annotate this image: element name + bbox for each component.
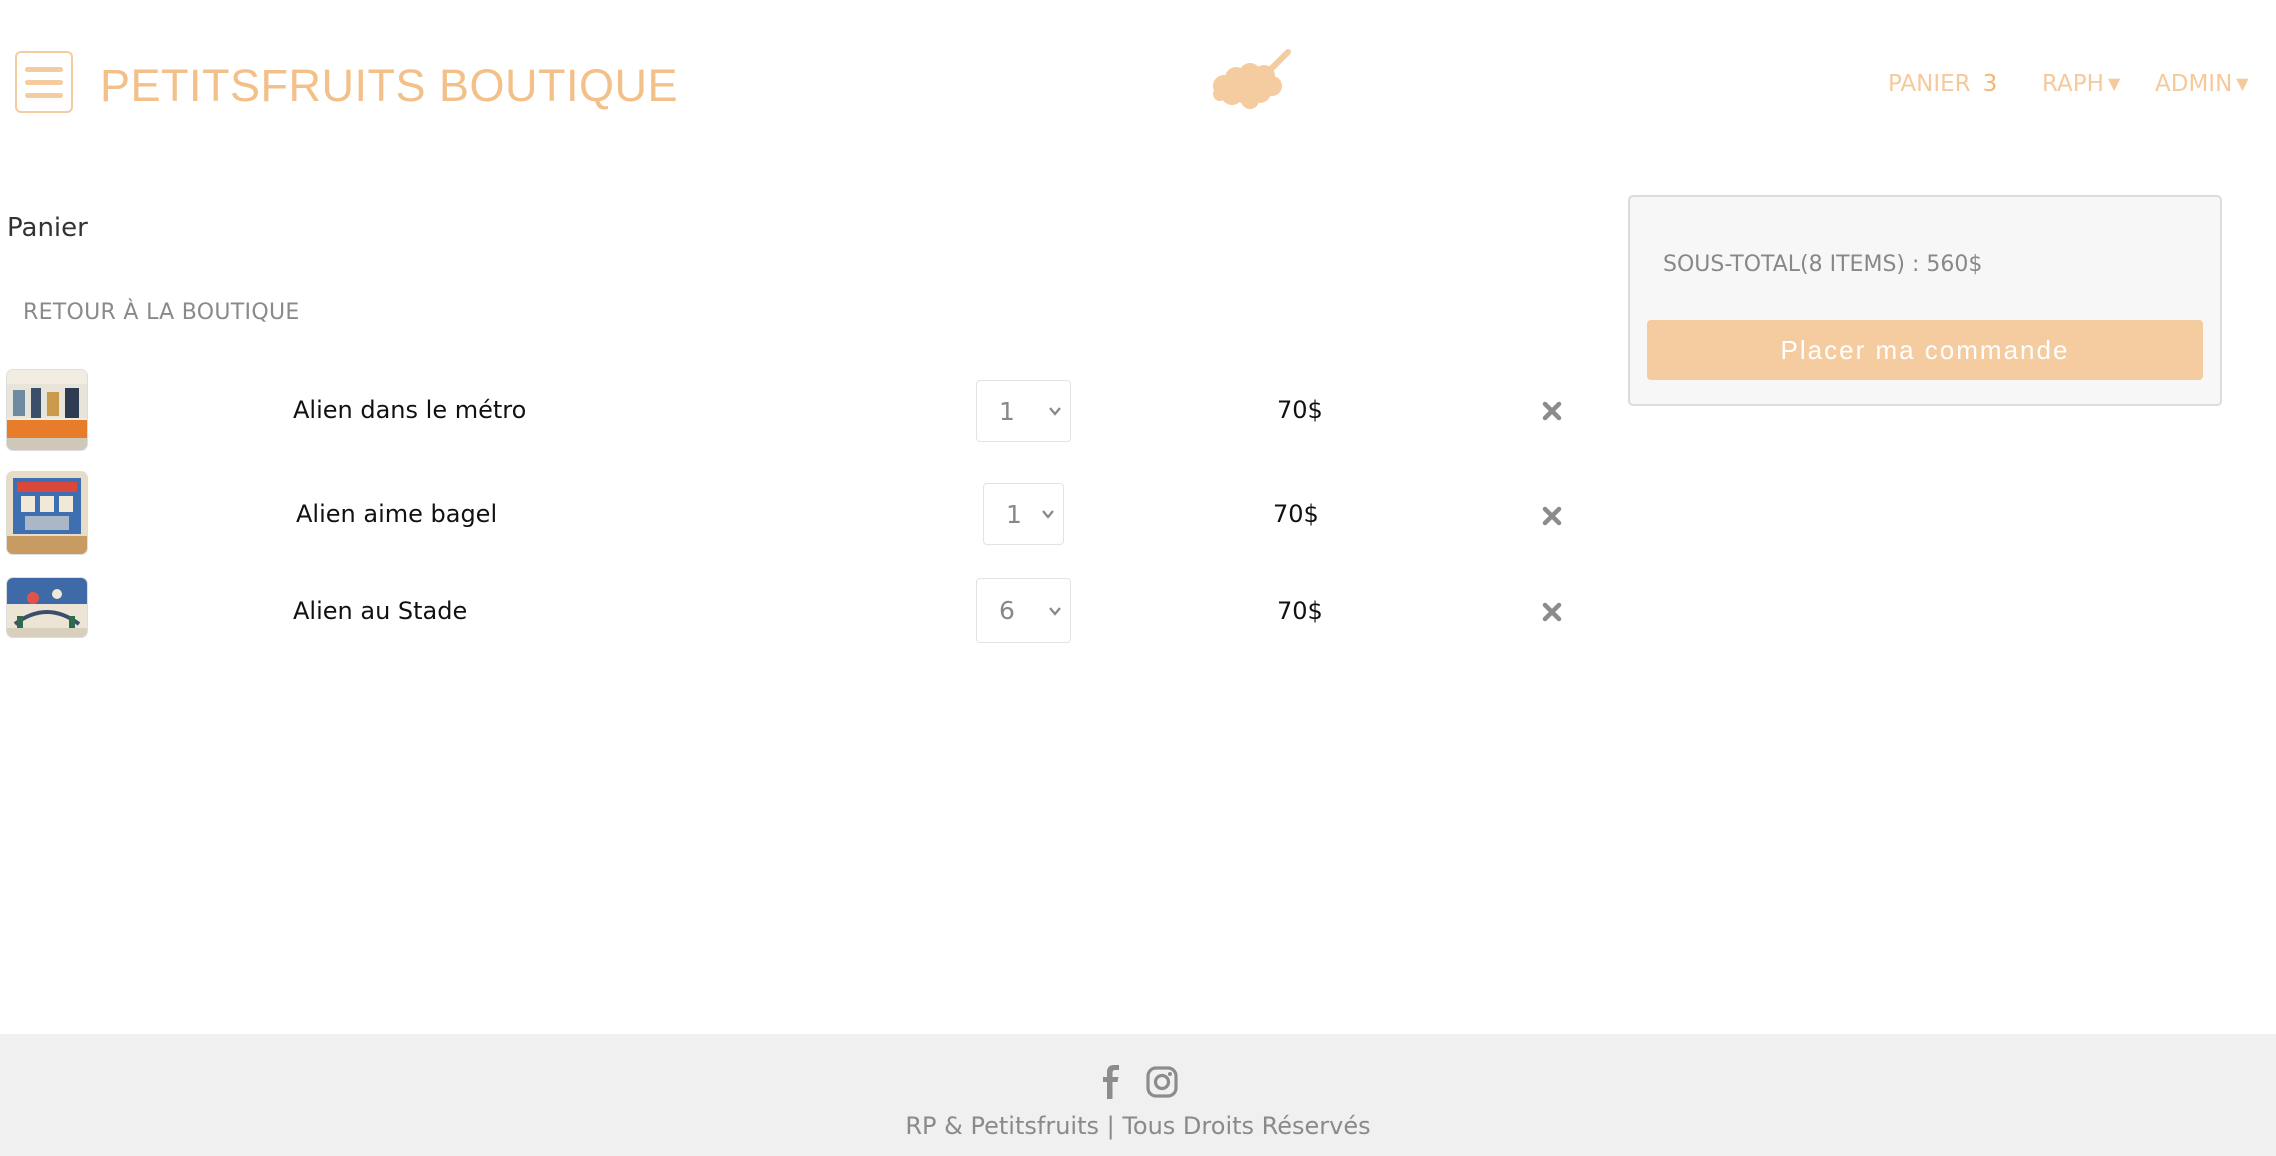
- remove-icon[interactable]: [1541, 505, 1563, 527]
- product-image: [7, 578, 87, 637]
- page-title: Panier: [7, 213, 88, 243]
- nav-cart-label: PANIER: [1888, 71, 1971, 97]
- quantity-select[interactable]: 1: [983, 483, 1064, 545]
- item-name[interactable]: Alien dans le métro: [293, 396, 526, 424]
- quantity-select[interactable]: 1: [976, 380, 1071, 442]
- product-thumbnail[interactable]: [7, 370, 87, 450]
- place-order-button[interactable]: Placer ma commande: [1647, 320, 2203, 380]
- menu-button[interactable]: [15, 51, 73, 113]
- nav-admin-dropdown[interactable]: ADMIN ▼: [2155, 66, 2249, 102]
- menu-icon-bar: [25, 66, 63, 72]
- nav-cart[interactable]: PANIER 3: [1888, 66, 1997, 102]
- item-price: 70$: [1277, 597, 1323, 625]
- chevron-down-icon: [1049, 407, 1061, 416]
- copyright-text: RP & Petitsfruits | Tous Droits Réservés: [905, 1112, 1371, 1140]
- order-summary-card: SOUS-TOTAL(8 ITEMS) : 560$ Placer ma com…: [1628, 195, 2222, 406]
- caret-down-icon: ▼: [2107, 74, 2121, 93]
- item-name[interactable]: Alien au Stade: [293, 597, 467, 625]
- quantity-value: 1: [1006, 499, 1022, 529]
- nav-admin-label: ADMIN: [2155, 71, 2233, 97]
- item-price: 70$: [1273, 500, 1319, 528]
- remove-icon[interactable]: [1541, 601, 1563, 623]
- product-image: [7, 370, 87, 450]
- facebook-icon[interactable]: [1096, 1064, 1126, 1100]
- quantity-select[interactable]: 6: [976, 578, 1071, 643]
- chevron-down-icon: [1049, 606, 1061, 616]
- product-image: [7, 472, 87, 554]
- nav-user-dropdown[interactable]: RAPH ▼: [2042, 66, 2120, 102]
- raspberry-logo[interactable]: [1210, 48, 1298, 110]
- quantity-value: 6: [999, 596, 1015, 625]
- chevron-down-icon: [1042, 510, 1054, 519]
- site-footer: RP & Petitsfruits | Tous Droits Réservés: [0, 1034, 2276, 1156]
- brand-title[interactable]: PETITSFRUITS BOUTIQUE: [100, 56, 678, 116]
- nav-user-label: RAPH: [2042, 71, 2104, 97]
- subtotal-text: SOUS-TOTAL(8 ITEMS) : 560$: [1663, 252, 1983, 277]
- back-to-shop-link[interactable]: RETOUR À LA BOUTIQUE: [23, 300, 300, 325]
- product-thumbnail[interactable]: [7, 578, 87, 637]
- caret-down-icon: ▼: [2236, 74, 2249, 93]
- product-thumbnail[interactable]: [7, 472, 87, 554]
- item-name[interactable]: Alien aime bagel: [296, 500, 497, 528]
- quantity-value: 1: [999, 396, 1015, 426]
- instagram-icon[interactable]: [1144, 1064, 1180, 1100]
- menu-icon-bar: [25, 92, 63, 98]
- remove-icon[interactable]: [1541, 400, 1563, 422]
- cart-count-badge: 3: [1982, 71, 1998, 97]
- item-price: 70$: [1277, 396, 1323, 424]
- menu-icon-bar: [25, 79, 63, 85]
